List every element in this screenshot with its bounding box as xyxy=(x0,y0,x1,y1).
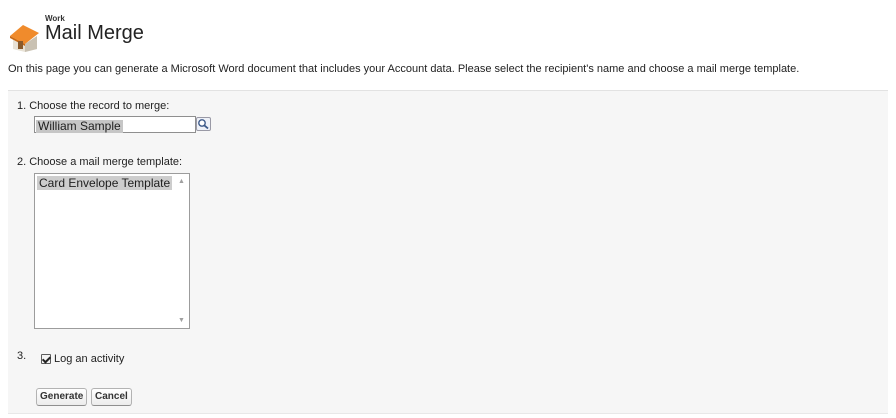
step1-label: 1. Choose the record to merge: xyxy=(17,100,170,112)
template-listbox[interactable]: Card Envelope Template ▲ ▼ xyxy=(34,173,190,329)
scroll-up-icon[interactable]: ▲ xyxy=(178,178,185,185)
scroll-down-icon[interactable]: ▼ xyxy=(178,317,185,324)
template-option[interactable]: Card Envelope Template xyxy=(37,176,173,190)
house-icon xyxy=(10,25,39,52)
lookup-button[interactable] xyxy=(196,117,211,131)
listbox-scrollbar[interactable]: ▲ ▼ xyxy=(175,174,189,328)
step2-label: 2. Choose a mail merge template: xyxy=(17,156,183,168)
cancel-button[interactable]: Cancel xyxy=(91,388,132,406)
page-title: Mail Merge xyxy=(45,22,144,44)
page-description: On this page you can generate a Microsof… xyxy=(8,63,800,75)
log-activity-checkbox[interactable] xyxy=(41,354,51,364)
step3-number: 3. xyxy=(17,350,27,362)
lookup-icon xyxy=(198,119,209,130)
merge-form-panel: 1. Choose the record to merge: William S… xyxy=(8,90,888,414)
log-activity-label: Log an activity xyxy=(54,353,125,365)
record-input-value: William Sample xyxy=(36,119,123,133)
record-input[interactable]: William Sample xyxy=(34,116,196,133)
generate-button[interactable]: Generate xyxy=(36,388,88,406)
